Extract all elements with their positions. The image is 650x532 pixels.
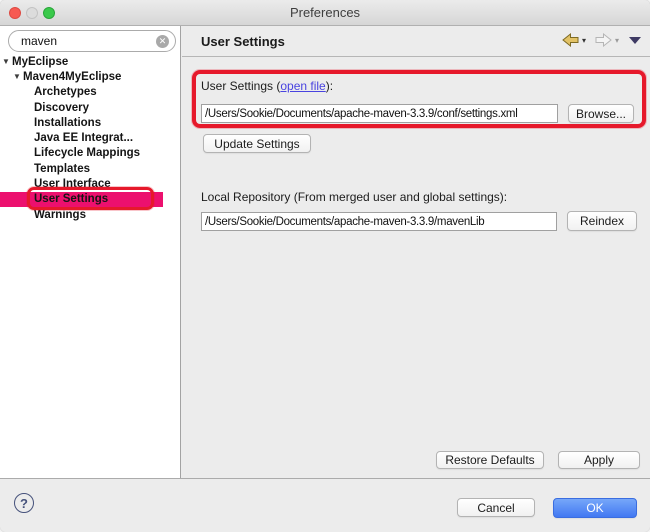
tree-item-label: Warnings <box>34 209 86 221</box>
tree-item-warnings[interactable]: Warnings <box>0 207 180 222</box>
dialog-button-bar: ? Cancel OK <box>0 478 650 532</box>
user-settings-panel: User Settings ▾ ▾ <box>182 26 650 478</box>
title-bar[interactable]: Preferences <box>0 0 650 26</box>
preferences-sidebar: ✕ ▼ MyEclipse ▼ Maven4MyEclipse Archetyp… <box>0 26 181 478</box>
help-button[interactable]: ? <box>14 493 34 513</box>
search-input[interactable] <box>21 33 151 49</box>
apply-button[interactable]: Apply <box>558 451 640 469</box>
window-title: Preferences <box>0 5 650 20</box>
clear-search-icon[interactable]: ✕ <box>156 35 169 48</box>
view-menu-icon[interactable] <box>628 35 642 45</box>
tree-item-installations[interactable]: Installations <box>0 115 180 130</box>
chevron-down-icon[interactable]: ▼ <box>2 57 12 66</box>
preferences-window: Preferences ✕ ▼ MyEclipse ▼ Maven4MyEcli… <box>0 0 650 532</box>
label-text: ): <box>326 79 333 93</box>
preferences-tree: ▼ MyEclipse ▼ Maven4MyEclipse Archetypes… <box>0 54 180 222</box>
tree-item-label: MyEclipse <box>12 56 68 68</box>
tree-item-java-ee-integration[interactable]: Java EE Integrat... <box>0 130 180 145</box>
tree-item-templates[interactable]: Templates <box>0 161 180 176</box>
label-text: User Settings ( <box>201 79 280 93</box>
tree-item-label: Maven4MyEclipse <box>23 71 121 83</box>
reindex-button[interactable]: Reindex <box>567 211 637 231</box>
tree-item-user-interface[interactable]: User Interface <box>0 176 180 191</box>
user-settings-path-field[interactable]: /Users/Sookie/Documents/apache-maven-3.3… <box>201 104 558 123</box>
back-history-dropdown-icon[interactable]: ▾ <box>582 36 586 45</box>
tree-item-maven4myeclipse[interactable]: ▼ Maven4MyEclipse <box>0 69 180 84</box>
user-settings-label: User Settings (open file): <box>201 79 333 93</box>
tree-item-label: Lifecycle Mappings <box>34 147 140 159</box>
chevron-down-icon[interactable]: ▼ <box>13 72 23 81</box>
tree-item-label: Templates <box>34 163 90 175</box>
tree-item-label: Archetypes <box>34 86 97 98</box>
forward-history-dropdown-icon[interactable]: ▾ <box>615 36 619 45</box>
back-button[interactable] <box>562 33 579 47</box>
local-repository-path-field[interactable]: /Users/Sookie/Documents/apache-maven-3.3… <box>201 212 557 231</box>
forward-button[interactable] <box>595 33 612 47</box>
tree-item-myeclipse[interactable]: ▼ MyEclipse <box>0 54 180 69</box>
local-repository-label: Local Repository (From merged user and g… <box>201 190 507 204</box>
filter-search-box[interactable]: ✕ <box>8 30 176 52</box>
tree-item-discovery[interactable]: Discovery <box>0 100 180 115</box>
ok-button[interactable]: OK <box>553 498 637 518</box>
tree-item-lifecycle-mappings[interactable]: Lifecycle Mappings <box>0 146 180 161</box>
browse-button[interactable]: Browse... <box>568 104 634 123</box>
page-title: User Settings <box>201 34 285 49</box>
tree-item-archetypes[interactable]: Archetypes <box>0 85 180 100</box>
tree-item-label: User Interface <box>34 178 111 190</box>
tree-item-label: Discovery <box>34 102 89 114</box>
update-settings-button[interactable]: Update Settings <box>203 134 311 153</box>
tree-item-user-settings[interactable]: User Settings <box>0 192 180 207</box>
tree-item-label: User Settings <box>34 193 108 205</box>
tree-item-label: Java EE Integrat... <box>34 132 133 144</box>
open-file-link[interactable]: open file <box>280 79 325 93</box>
cancel-button[interactable]: Cancel <box>457 498 535 517</box>
restore-defaults-button[interactable]: Restore Defaults <box>436 451 544 469</box>
panel-header: User Settings ▾ ▾ <box>182 26 650 57</box>
tree-item-label: Installations <box>34 117 101 129</box>
